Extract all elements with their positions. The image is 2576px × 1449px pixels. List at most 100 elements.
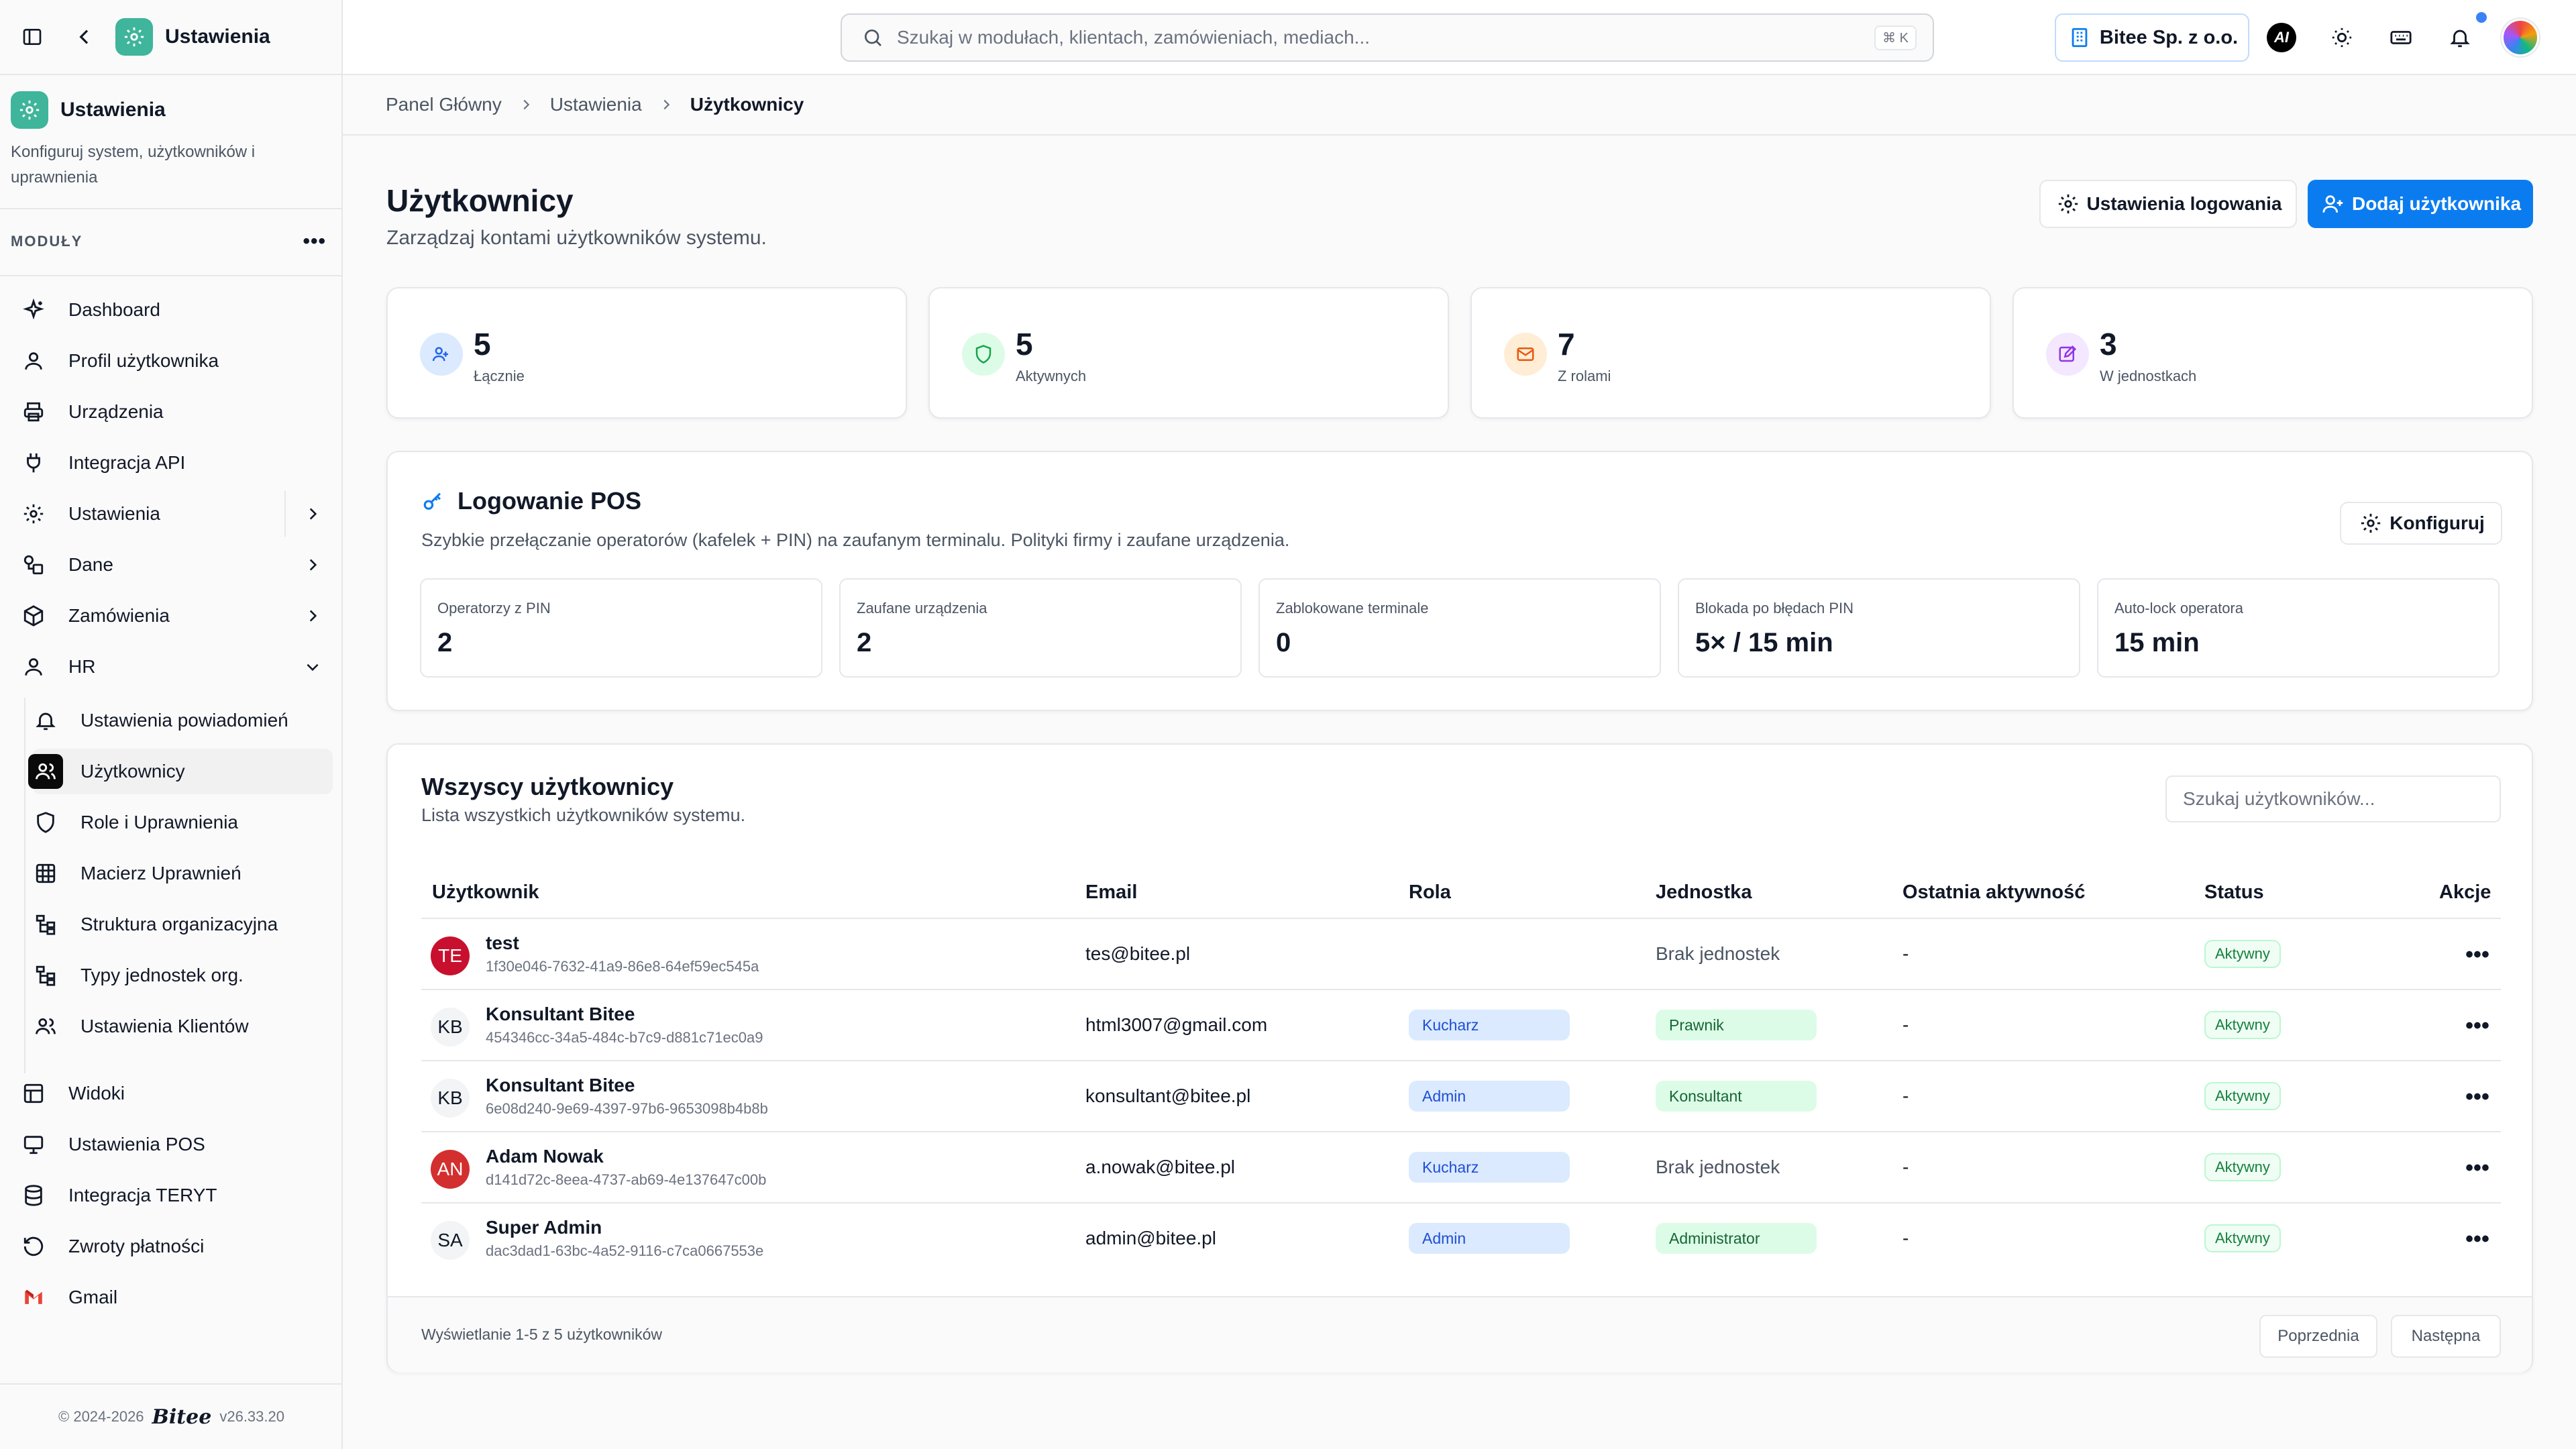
pos-title: Logowanie POS bbox=[420, 487, 641, 515]
user-name: Super Admin bbox=[486, 1217, 602, 1238]
sidebar-item-teryt[interactable]: Integracja TERYT bbox=[20, 1173, 333, 1218]
login-settings-button[interactable]: Ustawienia logowania bbox=[2039, 180, 2297, 228]
panel-toggle-icon[interactable] bbox=[17, 22, 47, 52]
column-header-status[interactable]: Status bbox=[2204, 865, 2264, 919]
breadcrumb-home[interactable]: Panel Główny bbox=[386, 94, 502, 115]
chevron-right-icon[interactable] bbox=[298, 499, 327, 529]
column-header-role[interactable]: Rola bbox=[1409, 865, 1451, 919]
app-name: Ustawienia bbox=[165, 25, 270, 48]
sidebar-item-views[interactable]: Widoki bbox=[20, 1071, 333, 1116]
breadcrumb-settings[interactable]: Ustawienia bbox=[550, 94, 642, 115]
user-email: html3007@gmail.com bbox=[1085, 1014, 1268, 1035]
section-header: Ustawienia Konfiguruj system, użytkownik… bbox=[0, 76, 343, 209]
row-actions-menu-icon[interactable]: ••• bbox=[2461, 1222, 2494, 1256]
section-description: Konfiguruj system, użytkowników i uprawn… bbox=[11, 143, 256, 186]
column-header-unit[interactable]: Jednostka bbox=[1656, 865, 1752, 919]
stat-label: W jednostkach bbox=[2100, 368, 2197, 384]
sidebar-item-profile[interactable]: Profil użytkownika bbox=[20, 338, 333, 384]
pos-description: Szybkie przełączanie operatorów (kafelek… bbox=[421, 530, 1290, 550]
section-gear-icon bbox=[11, 91, 48, 129]
keyboard-icon[interactable] bbox=[2386, 23, 2416, 52]
building-icon bbox=[2066, 24, 2093, 51]
sidebar-item-pos-settings[interactable]: Ustawienia POS bbox=[20, 1122, 333, 1167]
button-label: Ustawienia logowania bbox=[2086, 193, 2282, 214]
search-shortcut: ⌘ K bbox=[1874, 25, 1917, 50]
table-row[interactable]: TE test 1f30e046-7632-41a9-86e8-64ef59ec… bbox=[421, 919, 2501, 990]
sidebar-footer: © 2024-2026 Bitee v26.33.20 bbox=[0, 1383, 343, 1449]
sidebar-item-devices[interactable]: Urządzenia bbox=[20, 389, 333, 435]
ai-assistant-icon[interactable]: AI bbox=[2267, 23, 2296, 52]
back-chevron-icon[interactable] bbox=[70, 22, 99, 52]
page-title: Użytkownicy bbox=[386, 183, 574, 218]
button-label: Konfiguruj bbox=[2390, 513, 2485, 533]
sidebar-item-label: Ustawienia powiadomień bbox=[80, 710, 288, 731]
bell-icon[interactable] bbox=[2445, 23, 2475, 52]
stat-value: 7 bbox=[1558, 327, 1575, 362]
chevron-right-icon[interactable] bbox=[298, 601, 327, 631]
column-header-last-activity[interactable]: Ostatnia aktywność bbox=[1902, 865, 2085, 919]
user-id: d141d72c-8eea-4737-ab69-4e137647c00b bbox=[486, 1171, 767, 1188]
user-id: 454346cc-34a5-484c-b7c9-d881c71ec0a9 bbox=[486, 1029, 763, 1046]
sparkle-icon bbox=[20, 297, 47, 323]
user-email: a.nowak@bitee.pl bbox=[1085, 1157, 1236, 1177]
sidebar-item-label: HR bbox=[68, 656, 96, 677]
sidebar-item-matrix[interactable]: Macierz Uprawnień bbox=[32, 851, 333, 896]
pagination-info: Wyświetlanie 1-5 z 5 użytkowników bbox=[421, 1326, 662, 1343]
users-search-input[interactable] bbox=[2165, 775, 2501, 822]
metric-label: Blokada po błędach PIN bbox=[1695, 600, 1854, 616]
table-row[interactable]: SA Super Admin dac3dad1-63bc-4a52-9116-c… bbox=[421, 1203, 2501, 1275]
column-header-user[interactable]: Użytkownik bbox=[432, 865, 539, 919]
company-name: Bitee Sp. z o.o. bbox=[2099, 26, 2239, 48]
stat-card-total: 5 Łącznie bbox=[386, 287, 907, 419]
last-activity: - bbox=[1902, 943, 1909, 964]
last-activity: - bbox=[1902, 1228, 1909, 1248]
row-actions-menu-icon[interactable]: ••• bbox=[2461, 1009, 2494, 1042]
sidebar-item-notifications[interactable]: Ustawienia powiadomień bbox=[32, 698, 333, 743]
row-actions-menu-icon[interactable]: ••• bbox=[2461, 1080, 2494, 1114]
row-actions-menu-icon[interactable]: ••• bbox=[2461, 938, 2494, 971]
configure-button[interactable]: Konfiguruj bbox=[2340, 502, 2502, 545]
sun-icon[interactable] bbox=[2327, 23, 2357, 52]
row-actions-menu-icon[interactable]: ••• bbox=[2461, 1151, 2494, 1185]
stat-value: 3 bbox=[2100, 327, 2117, 362]
table-row[interactable]: KB Konsultant Bitee 6e08d240-9e69-4397-9… bbox=[421, 1061, 2501, 1132]
add-user-button[interactable]: Dodaj użytkownika bbox=[2308, 180, 2533, 228]
chevron-right-icon[interactable] bbox=[298, 550, 327, 580]
shield-icon bbox=[32, 809, 59, 836]
sidebar-item-refunds[interactable]: Zwroty płatności bbox=[20, 1224, 333, 1269]
modules-more-icon[interactable]: ••• bbox=[303, 230, 326, 253]
org-icon bbox=[32, 911, 59, 938]
user-avatar[interactable] bbox=[2502, 19, 2539, 56]
copyright: © 2024-2026 bbox=[58, 1408, 144, 1425]
sidebar-item-label: Profil użytkownika bbox=[68, 350, 219, 371]
sidebar-item-label: Role i Uprawnienia bbox=[80, 812, 239, 833]
chevron-down-icon[interactable] bbox=[298, 652, 327, 682]
previous-page-button[interactable]: Poprzednia bbox=[2259, 1315, 2377, 1358]
last-activity: - bbox=[1902, 1157, 1909, 1177]
metric-value: 5× / 15 min bbox=[1695, 628, 1833, 657]
sidebar-item-org-structure[interactable]: Struktura organizacyjna bbox=[32, 902, 333, 947]
table-header: Użytkownik Email Rola Jednostka Ostatnia… bbox=[421, 865, 2501, 919]
sidebar-item-roles[interactable]: Role i Uprawnienia bbox=[32, 800, 333, 845]
sidebar-item-org-unit-types[interactable]: Typy jednostek org. bbox=[32, 953, 333, 998]
next-page-button[interactable]: Następna bbox=[2391, 1315, 2501, 1358]
global-search-input[interactable]: Szukaj w modułach, klientach, zamówienia… bbox=[841, 13, 1934, 62]
sidebar-item-users[interactable]: Użytkownicy bbox=[28, 749, 333, 794]
sidebar-item-data[interactable]: Dane bbox=[20, 542, 333, 588]
sidebar-item-api[interactable]: Integracja API bbox=[20, 440, 333, 486]
column-header-email[interactable]: Email bbox=[1085, 865, 1137, 919]
sidebar-item-label: Ustawienia Klientów bbox=[80, 1016, 249, 1036]
metric-value: 2 bbox=[437, 628, 453, 657]
company-switcher[interactable]: Bitee Sp. z o.o. bbox=[2055, 13, 2249, 62]
sidebar-item-settings[interactable]: Ustawienia bbox=[20, 491, 333, 537]
sidebar-item-dashboard[interactable]: Dashboard bbox=[20, 287, 333, 333]
pos-title-text: Logowanie POS bbox=[458, 487, 642, 515]
status-badge: Aktywny bbox=[2204, 1224, 2281, 1252]
sidebar-item-hr[interactable]: HR bbox=[20, 644, 333, 690]
sidebar-item-client-settings[interactable]: Ustawienia Klientów bbox=[32, 1004, 333, 1049]
sidebar-item-gmail[interactable]: Gmail bbox=[20, 1275, 333, 1320]
status-badge: Aktywny bbox=[2204, 1153, 2281, 1181]
table-row[interactable]: KB Konsultant Bitee 454346cc-34a5-484c-b… bbox=[421, 990, 2501, 1061]
sidebar-item-orders[interactable]: Zamówienia bbox=[20, 593, 333, 639]
table-row[interactable]: AN Adam Nowak d141d72c-8eea-4737-ab69-4e… bbox=[421, 1132, 2501, 1203]
